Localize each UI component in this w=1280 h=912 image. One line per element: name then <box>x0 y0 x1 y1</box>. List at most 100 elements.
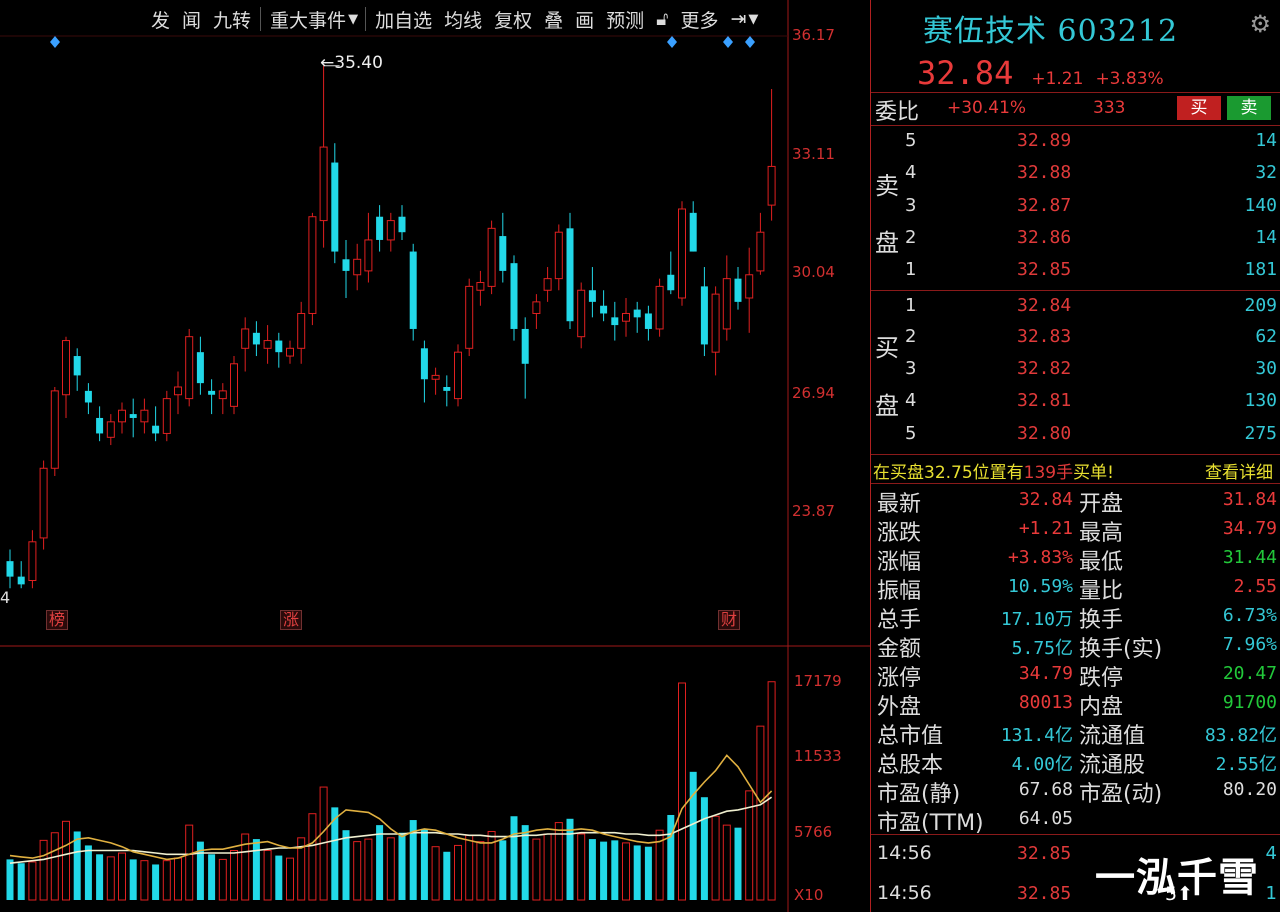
candle-body <box>431 374 440 380</box>
peak-price-label: ←35.40 <box>320 53 383 73</box>
watermark-sub-number: 5 <box>1165 883 1178 905</box>
price-axis-label: 33.11 <box>792 145 835 163</box>
candle-body <box>655 285 664 330</box>
quote-label: 涨停 <box>877 666 922 691</box>
ask-volume: 32 <box>1255 162 1277 183</box>
candle-body <box>319 146 328 222</box>
quote-label: 总市值 <box>877 724 944 749</box>
bid-level: 2 <box>905 326 917 347</box>
volume-bar <box>700 797 708 900</box>
ask-volume: 181 <box>1244 259 1277 280</box>
candle-body <box>499 236 507 271</box>
ask-row[interactable]: 5 32.89 14 <box>871 126 1280 158</box>
quote-value: 64.05 <box>1018 808 1073 829</box>
toolbar-item-draw[interactable]: 画 <box>569 6 600 33</box>
volume-bar <box>162 860 171 901</box>
event-tag-financial[interactable]: 财 <box>718 610 741 630</box>
quote-value: 7.96% <box>1222 634 1277 655</box>
gear-icon[interactable]: ⚙ <box>1249 10 1271 38</box>
bid-row[interactable]: 4 32.81 130 <box>871 386 1280 418</box>
current-price: 32.84 <box>917 54 1014 92</box>
event-tag-limit-up[interactable]: 涨 <box>280 610 303 630</box>
price-row: 32.84 +1.21 +3.83% <box>917 54 1164 92</box>
quote-label: 量比 <box>1079 579 1124 604</box>
quote-label: 市盈(TTM) <box>877 811 984 836</box>
candle-body <box>398 216 406 233</box>
kline-chart[interactable] <box>0 0 870 912</box>
bid-row[interactable]: 1 32.84 209 <box>871 291 1280 323</box>
ask-row[interactable]: 4 32.88 32 <box>871 158 1280 190</box>
toolbar-item-news[interactable]: 闻 <box>176 6 207 33</box>
tick-price: 32.85 <box>1017 883 1072 904</box>
kline-chart-area[interactable]: 发 闻 九转 重大事件 ▼ 加自选 均线 复权 叠 画 预测 🔓︎ 更多 ⇥ ▼… <box>0 0 870 912</box>
sell-button[interactable]: 卖 <box>1227 96 1271 120</box>
bid-volume: 209 <box>1244 295 1277 316</box>
quote-label: 流通股 <box>1079 753 1146 778</box>
candle-body <box>73 356 81 376</box>
bid-price: 32.81 <box>1017 390 1072 411</box>
candle-body <box>241 328 250 349</box>
bid-price: 32.80 <box>1017 423 1072 444</box>
quote-value: 91700 <box>1222 692 1277 713</box>
candle-body <box>331 162 339 252</box>
toolbar-item-fa[interactable]: 发 <box>145 6 176 33</box>
bid-level: 3 <box>905 358 917 379</box>
volume-bar <box>62 820 70 901</box>
toolbar-item-overlay[interactable]: 叠 <box>538 6 569 33</box>
price-axis-label: 36.17 <box>792 26 835 44</box>
candle-body <box>118 409 126 423</box>
candle-body <box>218 390 227 400</box>
toolbar-item-moving-average[interactable]: 均线 <box>438 6 488 33</box>
volume-axis-label: 17179 <box>794 672 842 690</box>
chevron-down-icon[interactable]: ▼ <box>348 12 358 27</box>
order-ratio-value: +30.41% <box>947 98 1027 118</box>
ask-row[interactable]: 2 32.86 14 <box>871 223 1280 255</box>
large-order-notice[interactable]: 在买盘32.75位置有139手买单! 查看详细 <box>873 458 1277 483</box>
candle-body <box>756 231 765 272</box>
toolbar-item-more[interactable]: 更多 <box>674 6 724 33</box>
event-diamond-marker <box>667 36 677 48</box>
quote-label: 最高 <box>1079 521 1124 546</box>
ask-row[interactable]: 3 32.87 140 <box>871 191 1280 223</box>
toolbar-item-add-watchlist[interactable]: 加自选 <box>369 6 438 33</box>
volume-bar <box>622 842 630 901</box>
quote-label: 振幅 <box>877 579 922 604</box>
candle-body <box>476 282 485 291</box>
candle-body <box>62 340 70 396</box>
toolbar-item-forecast[interactable]: 预测 <box>600 6 650 33</box>
divider <box>871 483 1280 484</box>
candle-body <box>196 352 204 384</box>
ask-row[interactable]: 1 32.85 181 <box>871 255 1280 287</box>
toolbar-separator <box>365 7 367 31</box>
toolbar-item-major-events[interactable]: 重大事件 <box>264 6 352 33</box>
ask-volume: 14 <box>1255 227 1277 248</box>
price-axis-label: 23.87 <box>792 502 835 520</box>
volume-bar <box>129 859 137 900</box>
lock-icon[interactable]: 🔓︎ <box>650 8 674 30</box>
volume-bar <box>84 845 92 900</box>
bid-level: 1 <box>905 295 917 316</box>
bid-price: 32.82 <box>1017 358 1072 379</box>
bid-row[interactable]: 5 32.80 275 <box>871 419 1280 451</box>
candle-body <box>174 386 182 396</box>
ask-price: 32.87 <box>1017 195 1072 216</box>
divider <box>871 454 1280 455</box>
candle-body <box>252 332 260 345</box>
quote-value: 20.47 <box>1222 663 1277 684</box>
event-tag-list[interactable]: 榜 <box>46 610 69 630</box>
view-details-link[interactable]: 查看详细 <box>1205 458 1273 483</box>
toolbar-item-jiuzhuan[interactable]: 九转 <box>207 6 257 33</box>
chevron-down-icon[interactable]: ▼ <box>748 12 758 27</box>
bid-row[interactable]: 3 32.82 30 <box>871 354 1280 386</box>
toolbar-item-adjust[interactable]: 复权 <box>488 6 538 33</box>
bid-row[interactable]: 2 32.83 62 <box>871 322 1280 354</box>
candle-body <box>577 289 586 338</box>
bid-level: 4 <box>905 390 917 411</box>
volume-bar <box>263 850 272 901</box>
volume-bar <box>667 814 675 900</box>
candle-body <box>17 576 25 585</box>
candle-body <box>465 285 474 349</box>
buy-button[interactable]: 买 <box>1177 96 1221 120</box>
candle-body <box>611 317 619 326</box>
quote-panel: 赛伍技术 603212 ⚙ 32.84 +1.21 +3.83% 委比 +30.… <box>870 0 1280 912</box>
